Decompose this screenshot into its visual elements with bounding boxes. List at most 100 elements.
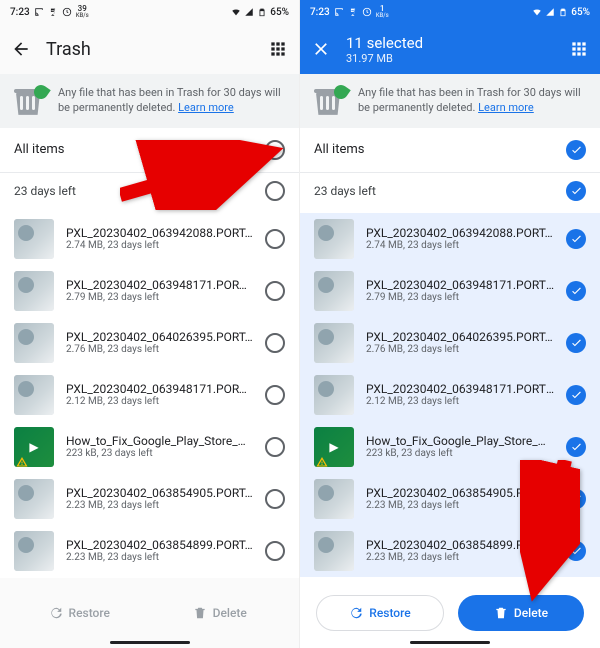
- file-item[interactable]: PXL_20230402_064026395.PORT…2.76 MB, 23 …: [0, 317, 299, 369]
- file-name: PXL_20230402_063948171.PORTR…: [366, 278, 554, 292]
- file-subtitle: 2.76 MB, 23 days left: [366, 344, 554, 355]
- file-thumbnail: [14, 219, 54, 259]
- item-radio[interactable]: [265, 333, 285, 353]
- file-thumbnail: [14, 323, 54, 363]
- selection-count: 11 selected: [346, 34, 554, 52]
- file-item[interactable]: PXL_20230402_063942088.PORT…2.74 MB, 23 …: [300, 213, 600, 265]
- learn-more-link[interactable]: Learn more: [178, 101, 234, 114]
- back-button[interactable]: [10, 38, 32, 60]
- file-meta: PXL_20230402_063948171.PORTR…2.79 MB, 23…: [66, 278, 253, 303]
- file-item[interactable]: PXL_20230402_063854905.PORT…2.23 MB, 23 …: [0, 473, 299, 525]
- section-all-items[interactable]: All items: [300, 128, 600, 172]
- item-radio[interactable]: [265, 541, 285, 561]
- file-item[interactable]: PXL_20230402_063948171.PORTR…2.12 MB, 23…: [300, 369, 600, 421]
- signal-icon: [244, 7, 254, 17]
- file-meta: PXL_20230402_063942088.PORT…2.74 MB, 23 …: [366, 226, 554, 251]
- file-subtitle: 2.74 MB, 23 days left: [366, 240, 554, 251]
- network-speed: 39KB/s: [76, 5, 89, 19]
- file-subtitle: 223 kB, 23 days left: [66, 448, 253, 459]
- bottom-bar: Restore Delete: [0, 578, 299, 648]
- file-thumbnail: [314, 271, 354, 311]
- item-check[interactable]: [566, 385, 586, 405]
- file-meta: How_to_Fix_Google_Play_Store_H…223 kB, 2…: [366, 434, 554, 459]
- file-item[interactable]: PXL_20230402_064026395.PORT…2.76 MB, 23 …: [300, 317, 600, 369]
- file-name: PXL_20230402_063942088.PORT…: [366, 226, 554, 240]
- battery-percent: 65%: [270, 7, 289, 18]
- learn-more-link[interactable]: Learn more: [478, 101, 534, 114]
- nav-handle[interactable]: [410, 641, 490, 644]
- file-list: PXL_20230402_063942088.PORT…2.74 MB, 23 …: [0, 213, 299, 577]
- file-subtitle: 2.76 MB, 23 days left: [66, 344, 253, 355]
- grid-view-button[interactable]: [568, 38, 590, 60]
- file-meta: How_to_Fix_Google_Play_Store_H…223 kB, 2…: [66, 434, 253, 459]
- item-radio[interactable]: [265, 281, 285, 301]
- trash-icon: [14, 87, 46, 115]
- file-item[interactable]: PXL_20230402_063948171.PORTR…2.12 MB, 23…: [0, 369, 299, 421]
- file-thumbnail: [314, 479, 354, 519]
- page-title: Trash: [46, 39, 253, 60]
- select-all-check[interactable]: [566, 140, 586, 160]
- item-check[interactable]: [566, 437, 586, 457]
- item-radio[interactable]: [265, 229, 285, 249]
- file-item[interactable]: PXL_20230402_063948171.PORTR…2.79 MB, 23…: [0, 265, 299, 317]
- nav-handle[interactable]: [110, 641, 190, 644]
- file-item[interactable]: How_to_Fix_Google_Play_Store_H…223 kB, 2…: [0, 421, 299, 473]
- battery-percent: 65%: [571, 7, 590, 18]
- select-group-check[interactable]: [566, 181, 586, 201]
- file-item[interactable]: PXL_20230402_063948171.PORTR…2.79 MB, 23…: [300, 265, 600, 317]
- item-radio[interactable]: [265, 437, 285, 457]
- restore-button[interactable]: Restore: [16, 595, 143, 631]
- status-bar: 7:23 39KB/s 65%: [0, 0, 299, 24]
- section-days-left[interactable]: 23 days left: [300, 173, 600, 213]
- file-meta: PXL_20230402_063948171.PORTR…2.12 MB, 23…: [366, 382, 554, 407]
- status-time: 7:23: [10, 7, 30, 18]
- item-radio[interactable]: [265, 489, 285, 509]
- item-radio[interactable]: [265, 385, 285, 405]
- grid-view-button[interactable]: [267, 38, 289, 60]
- close-button[interactable]: [310, 38, 332, 60]
- file-name: PXL_20230402_063948171.PORTR…: [66, 382, 253, 396]
- network-speed: 1KB/s: [376, 5, 389, 19]
- info-banner: Any file that has been in Trash for 30 d…: [0, 74, 299, 128]
- file-thumbnail: [314, 219, 354, 259]
- delete-button[interactable]: Delete: [157, 595, 284, 631]
- annotation-arrow: [120, 140, 290, 214]
- file-subtitle: 2.23 MB, 23 days left: [66, 500, 253, 511]
- file-subtitle: 2.79 MB, 23 days left: [366, 292, 554, 303]
- file-name: PXL_20230402_063854899.PORT…: [66, 538, 253, 552]
- wifi-icon: [231, 7, 241, 17]
- screenshot-unselected: 7:23 39KB/s 65% Trash Any file that has …: [0, 0, 300, 648]
- file-thumbnail: [314, 323, 354, 363]
- item-check[interactable]: [566, 229, 586, 249]
- file-name: PXL_20230402_063854905.PORT…: [66, 486, 253, 500]
- file-meta: PXL_20230402_063942088.PORT…2.74 MB, 23 …: [66, 226, 253, 251]
- file-name: PXL_20230402_064026395.PORT…: [66, 330, 253, 344]
- file-item[interactable]: PXL_20230402_063942088.PORT…2.74 MB, 23 …: [0, 213, 299, 265]
- status-bar: 7:23 1KB/s 65%: [300, 0, 600, 24]
- file-thumbnail: [14, 271, 54, 311]
- item-check[interactable]: [566, 281, 586, 301]
- file-meta: PXL_20230402_063854905.PORT…2.23 MB, 23 …: [66, 486, 253, 511]
- clock-icon: [362, 7, 372, 17]
- status-time: 7:23: [310, 7, 330, 18]
- file-meta: PXL_20230402_063854899.PORT…2.23 MB, 23 …: [66, 538, 253, 563]
- cast-icon: [34, 7, 44, 17]
- file-subtitle: 2.74 MB, 23 days left: [66, 240, 253, 251]
- app-bar: 11 selected 31.97 MB: [300, 24, 600, 74]
- file-name: PXL_20230402_063942088.PORT…: [66, 226, 253, 240]
- file-subtitle: 2.12 MB, 23 days left: [66, 396, 253, 407]
- file-subtitle: 2.79 MB, 23 days left: [66, 292, 253, 303]
- trash-icon: [314, 87, 346, 115]
- file-thumbnail: [314, 531, 354, 571]
- file-thumbnail: [14, 479, 54, 519]
- annotation-arrow: [520, 460, 580, 614]
- item-check[interactable]: [566, 333, 586, 353]
- info-banner: Any file that has been in Trash for 30 d…: [300, 74, 600, 128]
- file-thumbnail: [14, 375, 54, 415]
- battery-icon: [257, 7, 267, 17]
- file-item[interactable]: PXL_20230402_063854899.PORT…2.23 MB, 23 …: [0, 525, 299, 577]
- file-subtitle: 2.23 MB, 23 days left: [66, 552, 253, 563]
- restore-button[interactable]: Restore: [316, 595, 444, 631]
- cast-icon: [334, 7, 344, 17]
- selection-size: 31.97 MB: [346, 52, 554, 65]
